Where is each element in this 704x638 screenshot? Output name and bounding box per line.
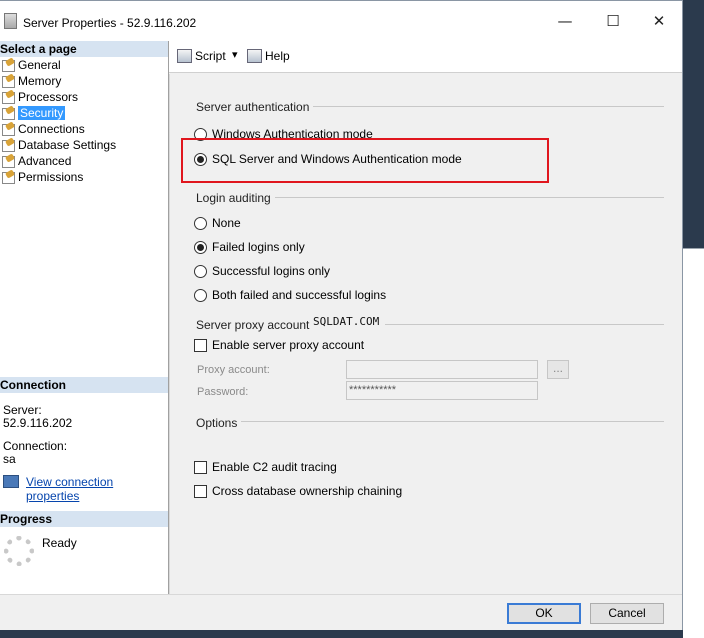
checkbox-box: [194, 339, 207, 352]
connection-properties-icon: [3, 475, 19, 488]
page-item-permissions[interactable]: Permissions: [2, 170, 83, 186]
radio-circle: [194, 241, 207, 254]
page-item-advanced[interactable]: Advanced: [2, 154, 71, 170]
audit-successful-label: Successful logins only: [212, 264, 331, 278]
audit-both-label: Both failed and successful logins: [212, 288, 387, 302]
proxy-account-label: Proxy account:: [197, 364, 270, 376]
server-icon: [4, 13, 17, 29]
minimize-button[interactable]: —: [542, 1, 588, 41]
proxy-group-label: Server proxy account: [196, 318, 314, 332]
page-wrench-icon: [2, 171, 15, 184]
cross-db-chaining-checkbox[interactable]: Cross database ownership chaining: [194, 484, 402, 500]
page-item-label: Processors: [18, 90, 79, 104]
script-label: Script: [195, 49, 226, 63]
page-item-connections[interactable]: Connections: [2, 122, 85, 138]
password-label: Password:: [197, 386, 249, 398]
page-item-security[interactable]: Security: [2, 106, 66, 122]
server-auth-group-label: Server authentication: [196, 100, 314, 114]
audit-none-radio[interactable]: None: [194, 216, 241, 232]
bottom-edge: [0, 630, 683, 638]
progress-spinner-icon: [4, 536, 34, 566]
progress-status: Ready: [42, 536, 77, 550]
help-button[interactable]: Help: [247, 49, 290, 63]
options-group-label: Options: [196, 416, 242, 430]
select-page-header: Select a page: [0, 41, 168, 57]
script-button[interactable]: Script: [177, 49, 226, 63]
window-title: Server Properties - 52.9.116.202: [23, 16, 197, 30]
c2-audit-checkbox[interactable]: Enable C2 audit tracing: [194, 460, 337, 476]
page-item-label: Security: [18, 106, 66, 120]
connection-value: sa: [3, 452, 16, 466]
server-label: Server:: [3, 403, 42, 417]
audit-successful-radio[interactable]: Successful logins only: [194, 264, 330, 280]
watermark-text: SQLDAT.COM: [313, 315, 380, 328]
cross-db-chaining-label: Cross database ownership chaining: [212, 484, 403, 498]
page-item-memory[interactable]: Memory: [2, 74, 61, 90]
audit-failed-radio[interactable]: Failed logins only: [194, 240, 305, 256]
highlight-annotation-box: [181, 138, 549, 183]
page-item-label: Permissions: [18, 170, 84, 184]
background-desktop: [683, 0, 704, 638]
close-button[interactable]: ✕: [636, 1, 682, 41]
ok-button[interactable]: OK: [507, 603, 581, 624]
enable-proxy-label: Enable server proxy account: [212, 338, 365, 352]
toolbar: Script ▾ Help: [169, 41, 682, 73]
title-bar[interactable]: Server Properties - 52.9.116.202 — ☐ ✕: [0, 1, 682, 41]
background-divider: [683, 248, 704, 249]
page-item-label: Memory: [18, 74, 62, 88]
checkbox-box: [194, 461, 207, 474]
audit-both-radio[interactable]: Both failed and successful logins: [194, 288, 386, 304]
options-divider: [240, 421, 664, 422]
server-auth-divider: [290, 106, 664, 107]
page-item-label: General: [18, 58, 61, 72]
page-wrench-icon: [2, 155, 15, 168]
server-properties-window: Server Properties - 52.9.116.202 — ☐ ✕ S…: [0, 0, 683, 638]
page-wrench-icon: [2, 75, 15, 88]
maximize-button[interactable]: ☐: [590, 1, 636, 41]
audit-failed-label: Failed logins only: [212, 240, 305, 254]
audit-none-label: None: [212, 216, 241, 230]
connection-header: Connection: [0, 377, 168, 393]
progress-header: Progress: [0, 511, 168, 527]
background-dark: [683, 0, 704, 248]
password-input[interactable]: ***********: [346, 381, 538, 400]
radio-circle: [194, 289, 207, 302]
page-item-database-settings[interactable]: Database Settings: [2, 138, 116, 154]
radio-circle: [194, 265, 207, 278]
left-pane: Select a page General Memory Processors …: [0, 41, 169, 594]
proxy-divider: [385, 324, 664, 325]
page-wrench-icon: [2, 123, 15, 136]
page-wrench-icon: [2, 91, 15, 104]
right-pane: Script ▾ Help Server authentication Wind…: [169, 41, 682, 594]
c2-audit-label: Enable C2 audit tracing: [212, 460, 337, 474]
server-value: 52.9.116.202: [3, 416, 73, 430]
view-connection-properties-link[interactable]: View connection properties: [26, 475, 168, 503]
proxy-account-browse-button[interactable]: ...: [547, 360, 569, 379]
help-icon: [247, 49, 262, 63]
help-label: Help: [265, 49, 290, 63]
login-auditing-group-label: Login auditing: [196, 191, 275, 205]
page-item-general[interactable]: General: [2, 58, 61, 74]
page-wrench-icon: [2, 139, 15, 152]
page-wrench-icon: [2, 107, 15, 120]
login-auditing-divider: [264, 197, 664, 198]
script-dropdown-button[interactable]: ▾: [232, 48, 238, 61]
page-item-label: Advanced: [18, 154, 72, 168]
enable-proxy-checkbox[interactable]: Enable server proxy account: [194, 338, 364, 354]
proxy-account-input[interactable]: [346, 360, 538, 379]
page-wrench-icon: [2, 59, 15, 72]
script-icon: [177, 49, 192, 63]
connection-label: Connection:: [3, 439, 68, 453]
radio-circle: [194, 217, 207, 230]
page-item-processors[interactable]: Processors: [2, 90, 78, 106]
page-item-label: Database Settings: [18, 138, 117, 152]
checkbox-box: [194, 485, 207, 498]
cancel-button[interactable]: Cancel: [590, 603, 664, 624]
page-item-label: Connections: [18, 122, 85, 136]
